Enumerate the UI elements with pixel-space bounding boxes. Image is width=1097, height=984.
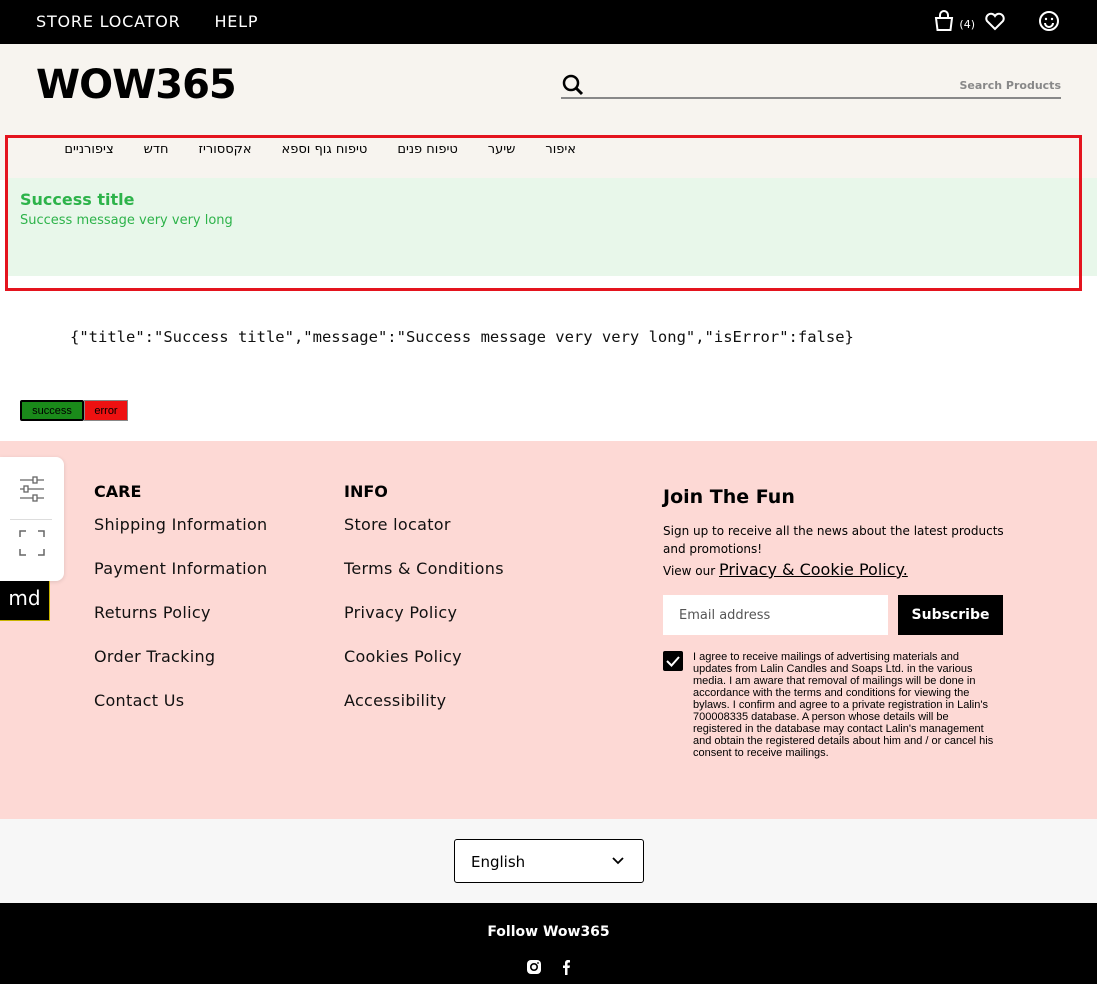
follow-label: Follow Wow365	[487, 924, 610, 940]
nav-item-face-care[interactable]: טיפוח פנים	[397, 142, 457, 160]
check-icon	[666, 656, 680, 667]
shipping-info-link[interactable]: Shipping Information	[94, 515, 268, 559]
fullscreen-icon[interactable]	[19, 530, 45, 560]
top-bar: STORE LOCATOR HELP (4)	[0, 0, 1097, 44]
cookies-policy-link[interactable]: Cookies Policy	[344, 647, 504, 691]
care-column: CARE Shipping Information Payment Inform…	[94, 482, 268, 735]
privacy-policy-link[interactable]: Privacy Policy	[344, 603, 504, 647]
info-column: INFO Store locator Terms & Conditions Pr…	[344, 482, 504, 735]
accessibility-link[interactable]: Accessibility	[344, 691, 504, 735]
smile-icon[interactable]	[1037, 9, 1061, 33]
top-icons: (4)	[932, 8, 1061, 34]
info-heading: INFO	[344, 482, 388, 501]
category-nav: איפור שיער טיפוח פנים טיפוח גוף וספא אקס…	[36, 142, 576, 160]
search-input[interactable]	[595, 74, 1061, 96]
cart-count: (4)	[959, 17, 975, 31]
newsletter-section: Join The Fun Sign up to receive all the …	[663, 486, 1008, 580]
policy-prefix: View our	[663, 564, 716, 578]
help-link[interactable]: HELP	[214, 12, 258, 31]
toast-message: Success message very very long	[20, 213, 233, 228]
newsletter-text: Sign up to receive all the news about th…	[663, 524, 1004, 556]
language-select[interactable]: English	[454, 839, 644, 883]
contact-us-link[interactable]: Contact Us	[94, 691, 268, 735]
store-locator-link[interactable]: STORE LOCATOR	[36, 12, 181, 31]
language-selected: English	[471, 853, 526, 871]
returns-policy-link[interactable]: Returns Policy	[94, 603, 268, 647]
debug-buttons: success error	[20, 400, 128, 421]
tools-divider	[10, 519, 52, 520]
success-toast: Success title Success message very very …	[8, 178, 1097, 276]
site-logo[interactable]: WOW365	[36, 62, 237, 108]
nav-item-makeup[interactable]: איפור	[545, 142, 576, 160]
nav-item-nails[interactable]: ציפורניים	[64, 142, 113, 160]
nav-item-new[interactable]: חדש	[144, 142, 169, 160]
care-heading: CARE	[94, 482, 142, 501]
side-tools-panel	[0, 457, 64, 581]
debug-json: {"title":"Success title","message":"Succ…	[70, 328, 854, 346]
newsletter-heading: Join The Fun	[663, 486, 795, 508]
success-button[interactable]: success	[20, 400, 84, 421]
search-bar	[561, 72, 1061, 99]
payment-info-link[interactable]: Payment Information	[94, 559, 268, 603]
consent-text: I agree to receive mailings of advertisi…	[693, 651, 994, 759]
toast-title: Success title	[20, 190, 135, 209]
heart-icon[interactable]	[983, 9, 1007, 33]
chevron-down-icon	[612, 857, 624, 865]
terms-link[interactable]: Terms & Conditions	[344, 559, 504, 603]
order-tracking-link[interactable]: Order Tracking	[94, 647, 268, 691]
instagram-icon[interactable]	[526, 959, 542, 975]
top-links: STORE LOCATOR HELP	[36, 12, 286, 31]
error-button[interactable]: error	[84, 400, 128, 421]
language-bar: English	[0, 819, 1097, 903]
email-field[interactable]	[663, 595, 888, 635]
subscribe-button[interactable]: Subscribe	[898, 595, 1003, 635]
search-icon[interactable]	[561, 73, 585, 97]
consent-checkbox[interactable]	[663, 651, 683, 671]
nav-item-body-spa[interactable]: טיפוח גוף וספא	[282, 142, 368, 160]
store-locator-footer-link[interactable]: Store locator	[344, 515, 504, 559]
nav-item-hair[interactable]: שיער	[488, 142, 516, 160]
policy-line: View our Privacy & Cookie Policy.	[663, 561, 1008, 580]
social-bar: Follow Wow365	[0, 903, 1097, 984]
filter-sliders-icon[interactable]	[19, 475, 45, 507]
nav-item-accessories[interactable]: אקססוריז	[198, 142, 251, 160]
breakpoint-badge: md	[0, 581, 50, 621]
privacy-cookie-policy-link[interactable]: Privacy & Cookie Policy.	[719, 560, 908, 579]
facebook-icon[interactable]	[558, 959, 574, 975]
bag-icon[interactable]	[932, 9, 956, 33]
